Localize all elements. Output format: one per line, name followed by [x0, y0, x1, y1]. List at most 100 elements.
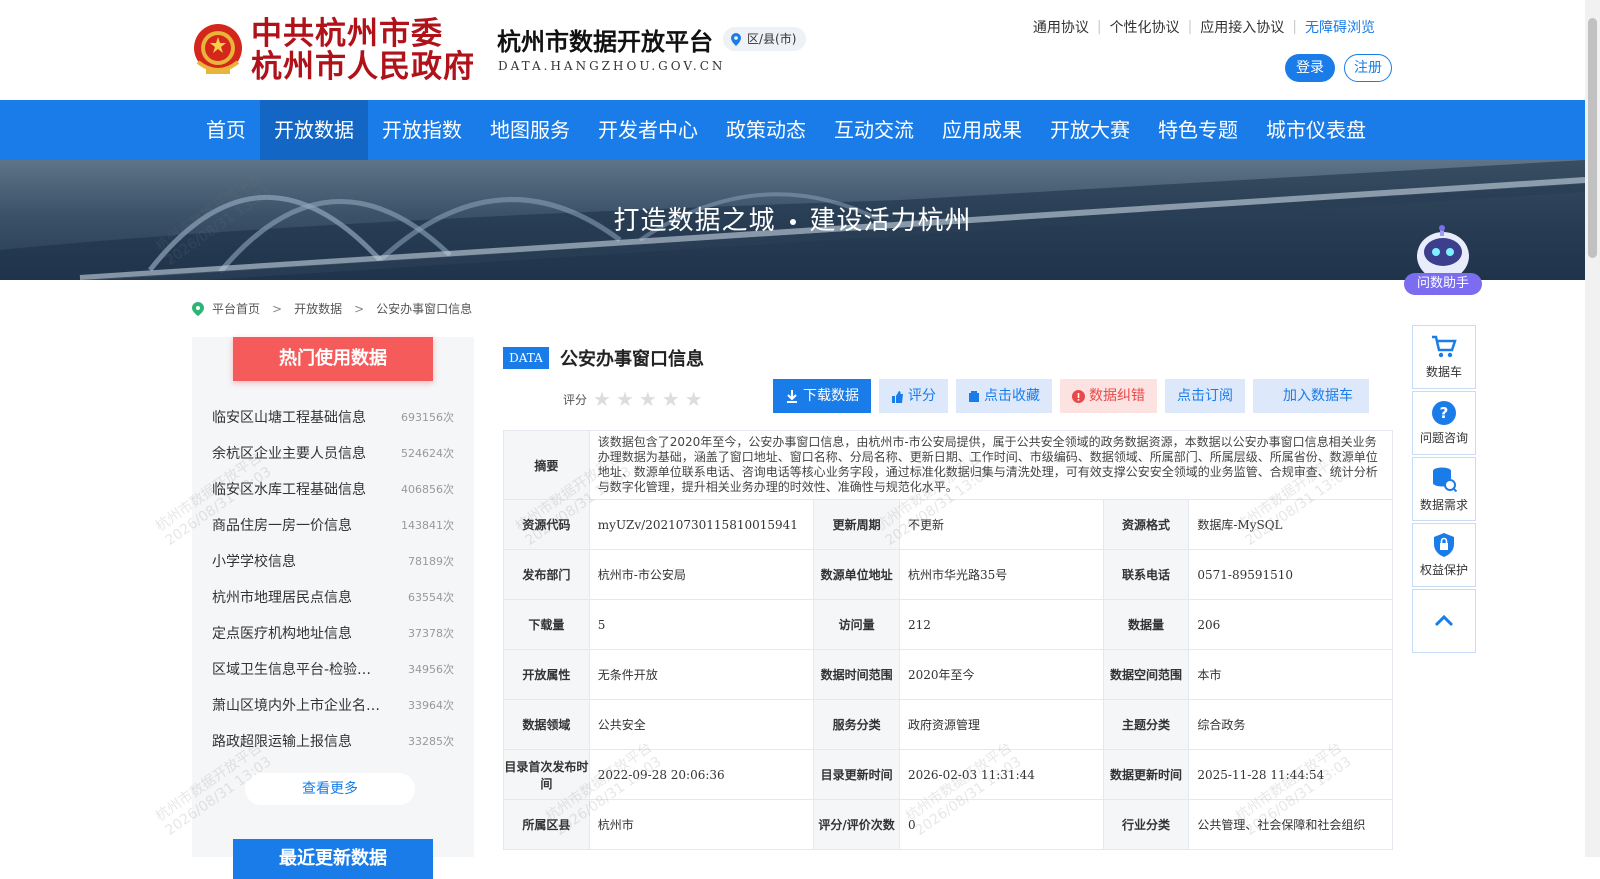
nav-special-topics[interactable]: 特色专题: [1144, 100, 1252, 160]
dataset-info-table: 摘要 该数据包含了2020年至今，公安办事窗口信息，由杭州市-市公安局提供，属于…: [503, 430, 1394, 850]
download-data-label: 下载数据: [803, 388, 859, 404]
report-error-label: 数据纠错: [1089, 388, 1145, 404]
hot-data-count: 406856次: [401, 483, 454, 496]
data-cart-label: 数据车: [1425, 364, 1462, 379]
hot-data-item[interactable]: 杭州市地理居民点信息 63554次: [212, 579, 454, 615]
national-emblem-icon: [194, 24, 242, 74]
field-value: 2025-11-28 11:44:54: [1188, 749, 1393, 800]
field-value: 0: [898, 799, 1104, 850]
page-scrollbar[interactable]: [1585, 0, 1600, 857]
hot-data-item[interactable]: 临安区山塘工程基础信息 693156次: [212, 399, 454, 435]
view-more-button[interactable]: 查看更多: [245, 773, 415, 805]
field-label: 数据更新时间: [1102, 749, 1190, 800]
field-value: 杭州市: [588, 799, 815, 850]
subscribe-button[interactable]: 点击订阅: [1165, 379, 1245, 413]
link-general-agreement[interactable]: 通用协议: [1033, 17, 1089, 37]
rating-label: 评分: [563, 392, 588, 407]
hot-data-item[interactable]: 区域卫生信息平台-检验… 34956次: [212, 651, 454, 687]
hot-data-count: 37378次: [408, 627, 454, 640]
field-label: 目录首次发布时间: [503, 749, 590, 800]
register-button[interactable]: 注册: [1344, 54, 1392, 82]
hot-data-item[interactable]: 路政超限运输上报信息 33285次: [212, 723, 454, 759]
favorite-icon: [969, 391, 979, 402]
scrollbar-thumb[interactable]: [1588, 18, 1597, 258]
favorite-label: 点击收藏: [984, 388, 1040, 404]
download-icon: [787, 390, 797, 403]
data-tag-badge: DATA: [503, 347, 549, 369]
location-pin-icon: [731, 32, 741, 46]
nav-open-data[interactable]: 开放数据: [260, 100, 368, 160]
cart-icon: [1432, 335, 1457, 357]
login-button[interactable]: 登录: [1285, 54, 1335, 82]
hot-data-name: 杭州市地理居民点信息: [212, 590, 352, 606]
breadcrumb-separator: >: [272, 301, 283, 316]
field-value: myUZv/20210730115810015941: [588, 499, 815, 550]
nav-policy-news[interactable]: 政策动态: [712, 100, 820, 160]
breadcrumb-home[interactable]: 平台首页: [212, 300, 260, 317]
nav-app-results[interactable]: 应用成果: [928, 100, 1036, 160]
field-value: 无条件开放: [588, 649, 815, 700]
breadcrumb-open-data[interactable]: 开放数据: [294, 300, 342, 317]
nav-map-service[interactable]: 地图服务: [476, 100, 584, 160]
action-bar: 下载数据 评分 点击收藏 数据纠错 点击订阅 加入数据车: [773, 379, 1369, 413]
back-to-top-button[interactable]: [1412, 589, 1476, 653]
hot-data-name: 临安区水库工程基础信息: [212, 482, 366, 498]
hot-data-name: 萧山区境内外上市企业名…: [212, 698, 380, 714]
link-personal-agreement[interactable]: 个性化协议: [1110, 17, 1180, 37]
hot-data-list: 临安区山塘工程基础信息 693156次 余杭区企业主要人员信息 524624次 临安…: [212, 399, 454, 759]
data-cart-button[interactable]: 数据车: [1412, 325, 1476, 389]
field-value: 206: [1188, 599, 1393, 650]
link-app-access-agreement[interactable]: 应用接入协议: [1200, 17, 1284, 37]
field-label: 数据领域: [503, 699, 590, 750]
field-label: 下载量: [503, 599, 590, 650]
nav-home[interactable]: 首页: [192, 100, 260, 160]
rights-protection-button[interactable]: 权益保护: [1412, 523, 1476, 587]
hero-banner: 打造数据之城 建设活力杭州: [0, 160, 1585, 280]
region-selector[interactable]: 区/县(市): [723, 27, 807, 51]
field-value: 不更新: [898, 499, 1104, 550]
hot-data-item[interactable]: 萧山区境内外上市企业名… 33964次: [212, 687, 454, 723]
download-data-button[interactable]: 下载数据: [773, 379, 871, 413]
chevron-up-icon: [1434, 615, 1454, 627]
field-label: 资源代码: [503, 499, 590, 550]
recent-data-title: 最近更新数据: [233, 839, 433, 879]
hot-data-count: 34956次: [408, 663, 454, 676]
nav-competition[interactable]: 开放大赛: [1036, 100, 1144, 160]
table-row: 数据领域 公共安全 服务分类 政府资源管理 主题分类 综合政务: [503, 699, 1393, 750]
hot-data-name: 区域卫生信息平台-检验…: [212, 662, 372, 678]
nav-interaction[interactable]: 互动交流: [820, 100, 928, 160]
field-label: 所属区县: [503, 799, 590, 850]
main-nav: 首页 开放数据 开放指数 地图服务 开发者中心 政策动态 互动交流 应用成果 开…: [0, 100, 1585, 160]
rate-button[interactable]: 评分: [879, 379, 948, 413]
hot-data-item[interactable]: 小学学校信息 78189次: [212, 543, 454, 579]
top-links: 通用协议 | 个性化协议 | 应用接入协议 | 无障碍浏览: [1032, 17, 1375, 37]
hot-data-item[interactable]: 余杭区企业主要人员信息 524624次: [212, 435, 454, 471]
table-row: 资源代码 myUZv/20210730115810015941 更新周期 不更新 资…: [503, 499, 1393, 550]
field-label: 主题分类: [1102, 699, 1190, 750]
hot-data-item[interactable]: 定点医疗机构地址信息 37378次: [212, 615, 454, 651]
hot-data-item[interactable]: 临安区水库工程基础信息 406856次: [212, 471, 454, 507]
platform-title[interactable]: 杭州市数据开放平台: [497, 22, 713, 57]
table-row: 开放属性 无条件开放 数据时间范围 2020年至今 数据空间范围 本市: [503, 649, 1393, 700]
hot-data-item[interactable]: 商品住房一房一价信息 143841次: [212, 507, 454, 543]
slogan-divider: [789, 218, 796, 225]
gov-name-line2: 杭州市人民政府: [251, 49, 475, 85]
link-accessibility[interactable]: 无障碍浏览: [1305, 17, 1375, 37]
field-label: 评分/评价次数: [813, 799, 900, 850]
nav-open-index[interactable]: 开放指数: [368, 100, 476, 160]
rating-stars-icon[interactable]: ★★★★★: [593, 387, 708, 411]
report-error-button[interactable]: 数据纠错: [1060, 379, 1157, 413]
nav-city-dashboard[interactable]: 城市仪表盘: [1252, 100, 1380, 160]
table-row: 下载量 5 访问量 212 数据量 206: [503, 599, 1393, 650]
consult-button[interactable]: ? 问题咨询: [1412, 391, 1476, 455]
hot-data-count: 143841次: [401, 519, 454, 532]
hot-data-name: 商品住房一房一价信息: [212, 518, 352, 534]
nav-developer-center[interactable]: 开发者中心: [584, 100, 712, 160]
assistant-label[interactable]: 问数助手: [1404, 273, 1482, 295]
add-to-cart-button[interactable]: 加入数据车: [1253, 379, 1369, 413]
field-label: 数源单位地址: [813, 549, 900, 600]
abstract-label: 摘要: [503, 430, 590, 500]
data-demand-button[interactable]: 数据需求: [1412, 457, 1476, 521]
rating-widget: 评分 ★★★★★: [563, 387, 708, 411]
favorite-button[interactable]: 点击收藏: [956, 379, 1052, 413]
